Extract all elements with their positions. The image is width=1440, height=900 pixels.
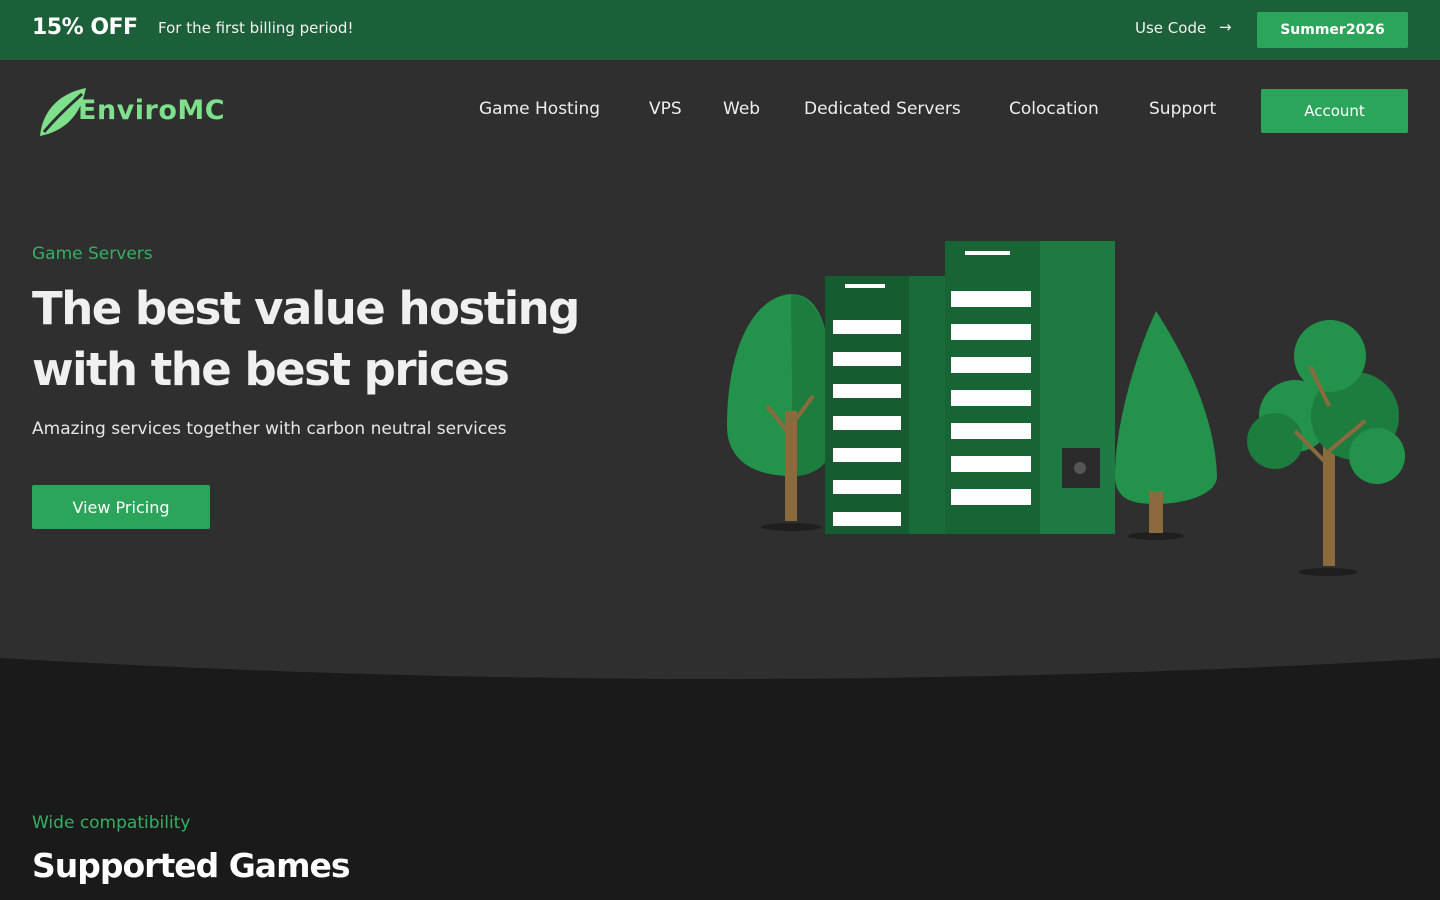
nav-vps[interactable]: VPS [649,99,682,119]
games-eyebrow: Wide compatibility [32,813,191,833]
nav-support[interactable]: Support [1149,99,1216,119]
promo-text: For the first billing period! [158,19,354,37]
hero-title: The best value hosting with the best pri… [32,278,632,400]
promo-code-button[interactable]: Summer2026 [1257,12,1408,48]
view-pricing-button[interactable]: View Pricing [32,485,210,529]
nav-web[interactable]: Web [723,99,760,119]
promo-bar: 15% OFF For the first billing period! Us… [0,0,1440,60]
brand-name[interactable]: EnviroMC [78,95,225,126]
nav-dedicated-servers[interactable]: Dedicated Servers [804,99,961,119]
hero-title-line-2: with the best prices [32,343,510,396]
hero-title-line-1: The best value hosting [32,282,580,335]
promo-discount: 15% OFF [32,15,138,40]
nav-colocation[interactable]: Colocation [1009,99,1099,119]
account-button[interactable]: Account [1261,89,1408,133]
arrow-right-icon: → [1219,18,1232,36]
nav-game-hosting[interactable]: Game Hosting [479,99,600,119]
hero-eyebrow: Game Servers [32,244,153,264]
games-title: Supported Games [32,846,350,885]
hero-subtitle: Amazing services together with carbon ne… [32,419,507,439]
use-code-label: Use Code [1135,19,1207,37]
servers-and-trees-illustration [727,241,1405,576]
